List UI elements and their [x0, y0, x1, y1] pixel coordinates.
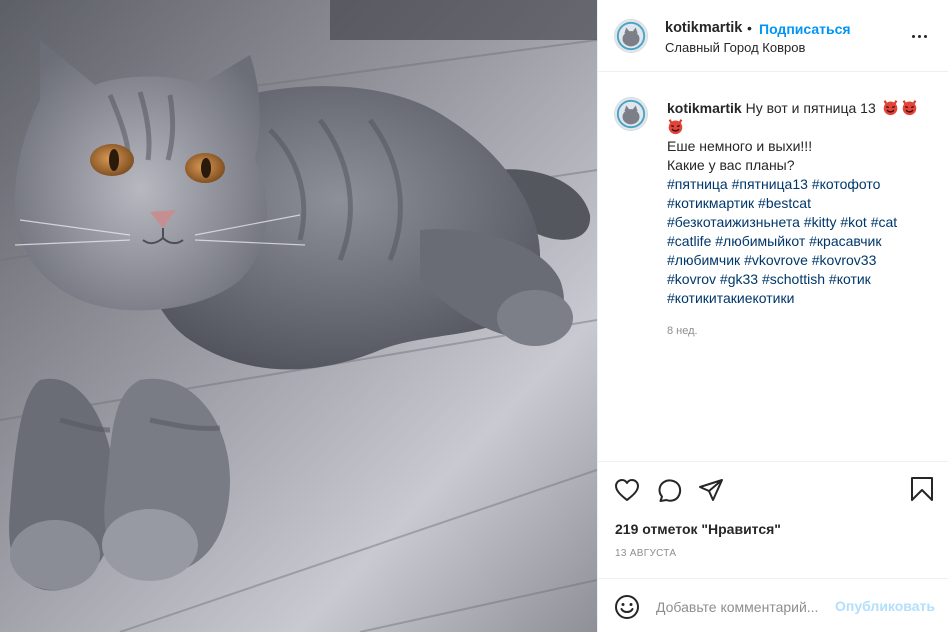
caption-text: kotikmartik Ну вот и пятница 13 Еше немн…	[667, 99, 939, 308]
post-date[interactable]: 13 АВГУСТА	[615, 548, 676, 559]
hashtag-link[interactable]: #красавчик	[809, 233, 881, 249]
more-options-icon[interactable]	[910, 29, 930, 43]
caption-first-line: Ну вот и пятница 13	[745, 100, 876, 116]
likes-count[interactable]: 219 отметок "Нравится"	[615, 521, 781, 537]
location-link[interactable]: Славный Город Ковров	[665, 40, 805, 55]
post-side-panel: kotikmartik • Подписаться Славный Город …	[597, 0, 948, 632]
hashtag-link[interactable]: #schottish	[762, 271, 825, 287]
hashtag-link[interactable]: #котикитакиекотики	[667, 290, 794, 306]
caption-line: Какие у вас планы?	[667, 157, 795, 173]
hashtag-link[interactable]: #kot	[840, 214, 866, 230]
hashtag-link[interactable]: #пятница	[667, 176, 728, 192]
separator-dot: •	[747, 20, 752, 36]
devil-emoji-icon	[668, 119, 683, 135]
action-bar	[598, 461, 948, 516]
hashtag-link[interactable]: #gk33	[720, 271, 758, 287]
hashtag-link[interactable]: #kitty	[804, 214, 837, 230]
cat-avatar-icon	[615, 20, 647, 52]
hashtag-link[interactable]: #cat	[871, 214, 897, 230]
send-icon[interactable]	[698, 478, 724, 502]
hashtag-link[interactable]: #пятница13	[732, 176, 808, 192]
smiley-icon[interactable]	[614, 594, 640, 625]
hashtag-link[interactable]: #catlife	[667, 233, 711, 249]
post-photo[interactable]	[0, 0, 597, 632]
caption-timestamp[interactable]: 8 нед.	[667, 325, 698, 337]
avatar[interactable]	[614, 97, 648, 131]
follow-button[interactable]: Подписаться	[759, 21, 851, 37]
hashtag-link[interactable]: #любимыйкот	[715, 233, 805, 249]
hashtag-link[interactable]: #любимчик	[667, 252, 740, 268]
hashtag-link[interactable]: #vkovrove	[744, 252, 808, 268]
cat-photo-illustration	[0, 0, 597, 632]
devil-emoji-icon	[902, 100, 917, 116]
comment-icon[interactable]	[656, 478, 682, 502]
hashtag-link[interactable]: #kovrov	[667, 271, 716, 287]
comment-input[interactable]	[656, 597, 830, 617]
hashtag-link[interactable]: #котофото	[812, 176, 881, 192]
comment-form: Опубликовать	[598, 578, 948, 632]
publish-button[interactable]: Опубликовать	[835, 598, 935, 614]
post-author-username[interactable]: kotikmartik	[665, 20, 742, 36]
bookmark-icon[interactable]	[910, 476, 934, 502]
heart-icon[interactable]	[614, 478, 640, 502]
hashtag-link[interactable]: #kovrov33	[812, 252, 877, 268]
hashtag-link[interactable]: #bestcat	[758, 195, 811, 211]
post-header: kotikmartik • Подписаться Славный Город …	[598, 0, 948, 72]
avatar[interactable]	[614, 19, 648, 53]
caption-username[interactable]: kotikmartik	[667, 100, 742, 116]
hashtag-link[interactable]: #котик	[829, 271, 871, 287]
hashtag-link[interactable]: #безкотаижизньнета	[667, 214, 800, 230]
hashtag-link[interactable]: #котикмартик	[667, 195, 754, 211]
devil-emoji-icon	[883, 100, 898, 116]
caption-line: Еше немного и выхи!!!	[667, 138, 813, 154]
cat-avatar-icon	[615, 98, 647, 130]
